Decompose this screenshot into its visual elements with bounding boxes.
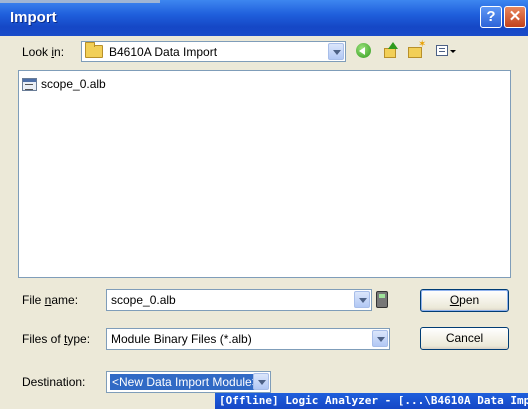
look-in-value: B4610A Data Import bbox=[109, 45, 218, 59]
destination-label: Destination: bbox=[22, 375, 86, 389]
new-folder-icon[interactable] bbox=[406, 39, 426, 60]
look-in-label: Look in: bbox=[22, 45, 65, 59]
destination-select[interactable]: <New Data Import Module> bbox=[106, 371, 271, 393]
title-bar: Import ? ✕ bbox=[0, 0, 528, 36]
chevron-down-icon[interactable] bbox=[354, 291, 370, 308]
close-button[interactable]: ✕ bbox=[504, 6, 526, 28]
module-file-icon bbox=[22, 78, 37, 91]
open-button[interactable]: Open bbox=[420, 289, 509, 312]
folder-icon bbox=[85, 42, 103, 58]
file-type-value: Module Binary Files (*.alb) bbox=[111, 332, 252, 346]
file-name-value: scope_0.alb bbox=[111, 293, 176, 307]
back-icon[interactable] bbox=[354, 42, 374, 60]
file-name-text: scope_0.alb bbox=[41, 77, 106, 91]
chevron-down-icon[interactable] bbox=[372, 330, 388, 347]
files-of-type-label: Files of type: bbox=[22, 332, 91, 346]
file-type-select[interactable]: Module Binary Files (*.alb) bbox=[106, 328, 390, 350]
background-window-titlebar[interactable]: [Offline] Logic Analyzer - [...\B4610A D… bbox=[215, 393, 528, 409]
help-button[interactable]: ? bbox=[480, 6, 502, 28]
up-folder-icon[interactable] bbox=[380, 42, 400, 60]
views-menu-icon[interactable] bbox=[434, 42, 456, 60]
file-name-label: File name: bbox=[22, 293, 79, 307]
look-in-combo[interactable]: B4610A Data Import bbox=[81, 41, 346, 62]
file-name-field[interactable]: scope_0.alb bbox=[106, 289, 372, 311]
background-window-edge bbox=[0, 0, 160, 3]
destination-value: <New Data Import Module> bbox=[110, 374, 261, 390]
dialog-title: Import bbox=[10, 9, 57, 26]
chevron-down-icon[interactable] bbox=[253, 373, 269, 390]
file-list[interactable]: scope_0.alb bbox=[18, 70, 511, 278]
cancel-button[interactable]: Cancel bbox=[420, 327, 509, 350]
calculator-icon[interactable] bbox=[376, 291, 388, 308]
background-window-title: [Offline] Logic Analyzer - [...\B4610A D… bbox=[219, 394, 528, 407]
chevron-down-icon[interactable] bbox=[328, 43, 344, 60]
